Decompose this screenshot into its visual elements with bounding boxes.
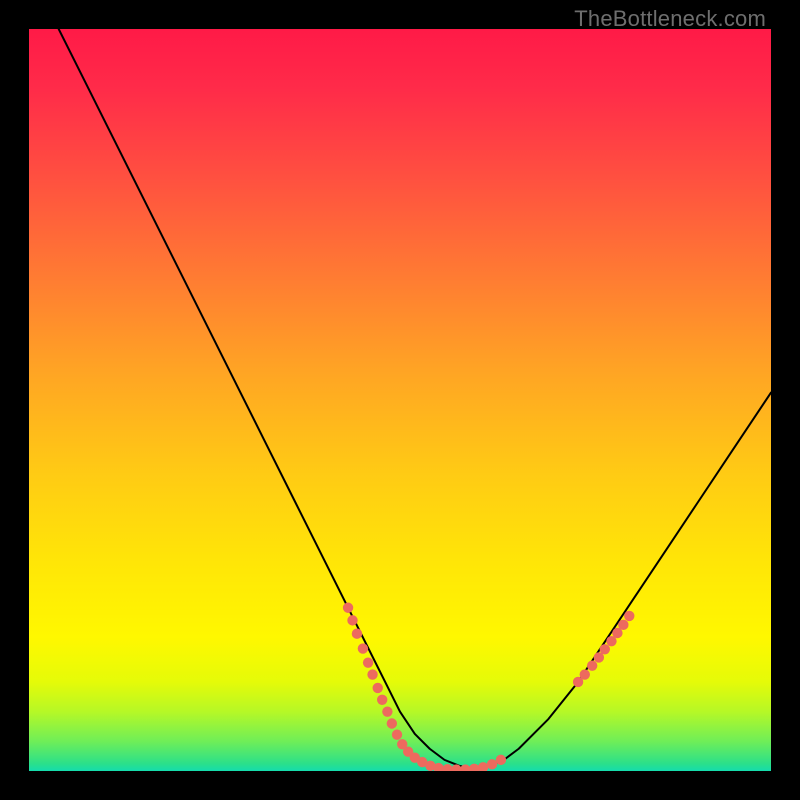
data-marker xyxy=(600,644,610,654)
data-marker xyxy=(618,620,628,630)
data-marker xyxy=(343,603,353,613)
data-marker xyxy=(580,669,590,679)
curve-svg xyxy=(29,29,771,771)
plot-area xyxy=(29,29,771,771)
data-marker xyxy=(587,660,597,670)
data-marker xyxy=(358,643,368,653)
data-marker xyxy=(496,755,506,765)
data-marker xyxy=(469,764,479,771)
data-marker xyxy=(352,629,362,639)
chart-frame: TheBottleneck.com xyxy=(0,0,800,800)
data-marker xyxy=(487,759,497,769)
data-marker xyxy=(347,615,357,625)
data-marker xyxy=(363,657,373,667)
data-marker xyxy=(367,669,377,679)
data-marker xyxy=(373,683,383,693)
data-marker xyxy=(478,762,488,771)
data-marker xyxy=(442,764,452,771)
data-marker xyxy=(377,695,387,705)
data-marker xyxy=(392,729,402,739)
watermark-text: TheBottleneck.com xyxy=(574,6,766,32)
bottleneck-curve xyxy=(59,29,771,769)
data-marker xyxy=(387,718,397,728)
data-marker xyxy=(624,611,634,621)
data-marker xyxy=(382,706,392,716)
